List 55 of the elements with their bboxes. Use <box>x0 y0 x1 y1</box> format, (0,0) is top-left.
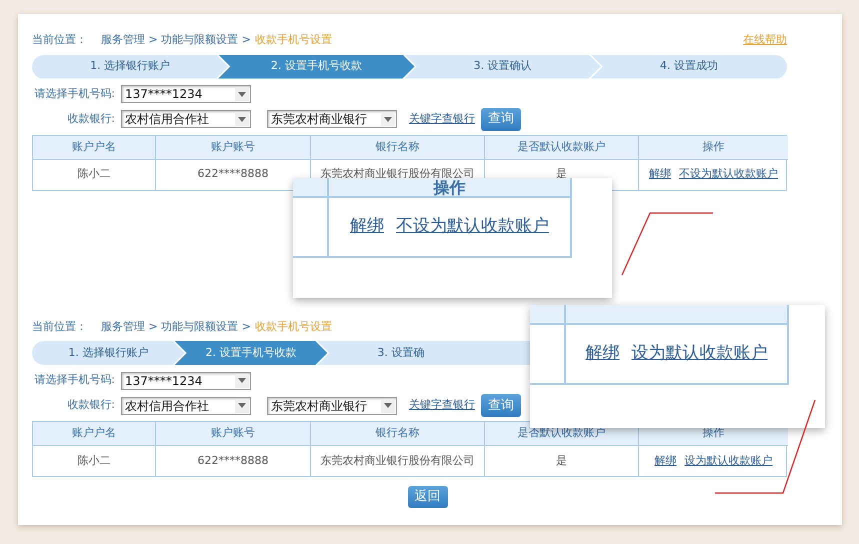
breadcrumb-current: 收款手机号设置 <box>254 33 332 46</box>
breadcrumb-path: 服务管理 > 功能与限额设置 > <box>101 320 251 332</box>
step-tab[interactable]: 4. 设置成功 <box>590 54 787 78</box>
caret-icon <box>384 116 392 122</box>
field-label: 请选择手机号码: <box>33 372 115 388</box>
keyword-search-link[interactable]: 关键字查银行 <box>409 397 475 414</box>
default-account-link[interactable]: 不设为默认收款账户 <box>679 166 778 183</box>
unbind-link[interactable]: 解绑 <box>654 452 676 470</box>
keyword-search-link[interactable]: 关键字查银行 <box>409 110 475 128</box>
table-cell: 是 <box>485 446 639 476</box>
bank-type-select[interactable]: 农村信用合作社 <box>121 110 251 128</box>
phone-select[interactable]: 137****1234 <box>121 372 251 390</box>
column-header: 账户账号 <box>156 422 311 446</box>
default-account-link[interactable]: 不设为默认收款账户 <box>396 214 549 240</box>
table-cell: 622****8888 <box>156 446 311 476</box>
step-tab[interactable]: 3. 设置确认 <box>404 54 601 78</box>
field-label: 请选择手机号码: <box>33 86 115 102</box>
caret-icon <box>238 116 246 122</box>
bank-type-select[interactable]: 农村信用合作社 <box>121 396 251 414</box>
default-account-link[interactable]: 设为默认收款账户 <box>632 341 768 367</box>
column-header: 是否默认收款账户 <box>485 136 639 160</box>
column-header: 银行名称 <box>311 422 485 446</box>
back-button[interactable]: 返回 <box>408 486 448 508</box>
column-header: 账户户名 <box>33 136 156 160</box>
table-cell: 陈小二 <box>33 160 156 190</box>
caret-icon <box>238 378 246 383</box>
breadcrumb-label: 当前位置： <box>32 33 87 46</box>
table-cell: 东莞农村商业银行股份有限公司 <box>311 446 485 476</box>
breadcrumb-current: 收款手机号设置 <box>254 320 332 332</box>
unbind-link[interactable]: 解绑 <box>350 214 384 240</box>
default-account-link[interactable]: 设为默认收款账户 <box>684 452 772 470</box>
breadcrumb-label: 当前位置： <box>32 320 87 332</box>
step-tab[interactable]: 1. 选择银行账户 <box>32 54 228 78</box>
step-tab[interactable]: 3. 设置确 <box>317 341 530 365</box>
table-cell: 陈小二 <box>33 446 156 476</box>
caret-icon <box>238 403 246 408</box>
column-header: 操作 <box>329 178 570 198</box>
breadcrumb-path: 服务管理 > 功能与限额设置 > <box>101 33 251 46</box>
phone-select[interactable]: 137****1234 <box>121 85 251 103</box>
caret-icon <box>238 92 246 96</box>
unbind-link[interactable]: 解绑 <box>586 341 620 367</box>
column-header: 账户账号 <box>156 136 311 160</box>
step-tab[interactable]: 2. 设置手机号收款 <box>218 54 414 78</box>
bank-select[interactable]: 东莞农村商业银行 <box>267 110 397 128</box>
query-button[interactable]: 查询 <box>481 394 521 417</box>
caret-icon <box>384 403 392 408</box>
field-label: 收款银行: <box>66 397 115 414</box>
step-tab[interactable]: 1. 选择银行账户 <box>32 341 185 365</box>
column-header: 银行名称 <box>311 136 485 160</box>
bank-select[interactable]: 东莞农村商业银行 <box>267 396 397 414</box>
column-header: 操作 <box>639 136 788 160</box>
step-tab[interactable]: 2. 设置手机号收款 <box>174 341 328 365</box>
unbind-link[interactable]: 解绑 <box>649 166 671 183</box>
column-header: 账户户名 <box>33 422 156 446</box>
field-label: 收款银行: <box>66 110 115 127</box>
